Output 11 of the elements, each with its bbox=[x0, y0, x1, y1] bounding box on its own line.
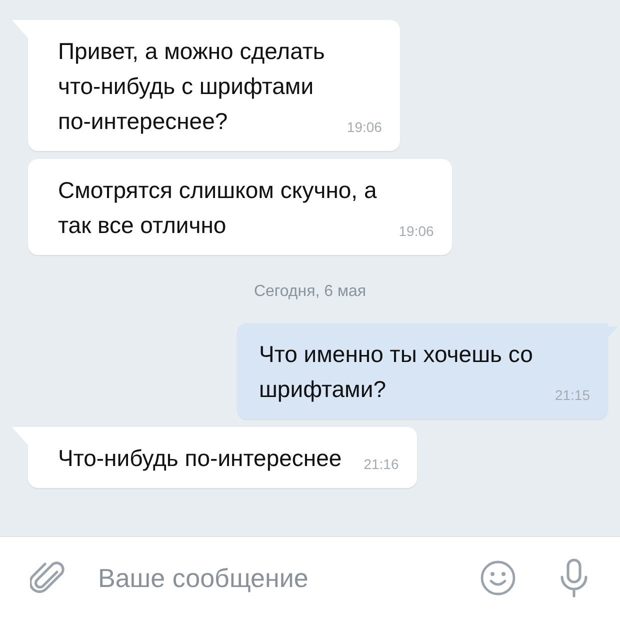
message-time: 19:06 bbox=[346, 119, 382, 135]
microphone-icon[interactable] bbox=[558, 558, 590, 598]
message-text: Что именно ты хочешь со шрифтами? bbox=[258, 340, 533, 404]
message-time: 21:15 bbox=[554, 387, 590, 403]
message-time: 21:16 bbox=[364, 456, 399, 472]
message-time: 19:06 bbox=[398, 223, 434, 239]
message-text: Что-нибудь по-интереснее bbox=[58, 444, 342, 473]
message-text: Смотрятся слишком скучно, а так все отлично bbox=[58, 176, 377, 240]
emoji-icon[interactable] bbox=[480, 560, 516, 596]
message-text: Привет, а можно сделать что-нибудь с шрифтами по-интереснее? bbox=[58, 37, 325, 136]
date-separator: Сегодня, 6 мая bbox=[254, 283, 368, 301]
